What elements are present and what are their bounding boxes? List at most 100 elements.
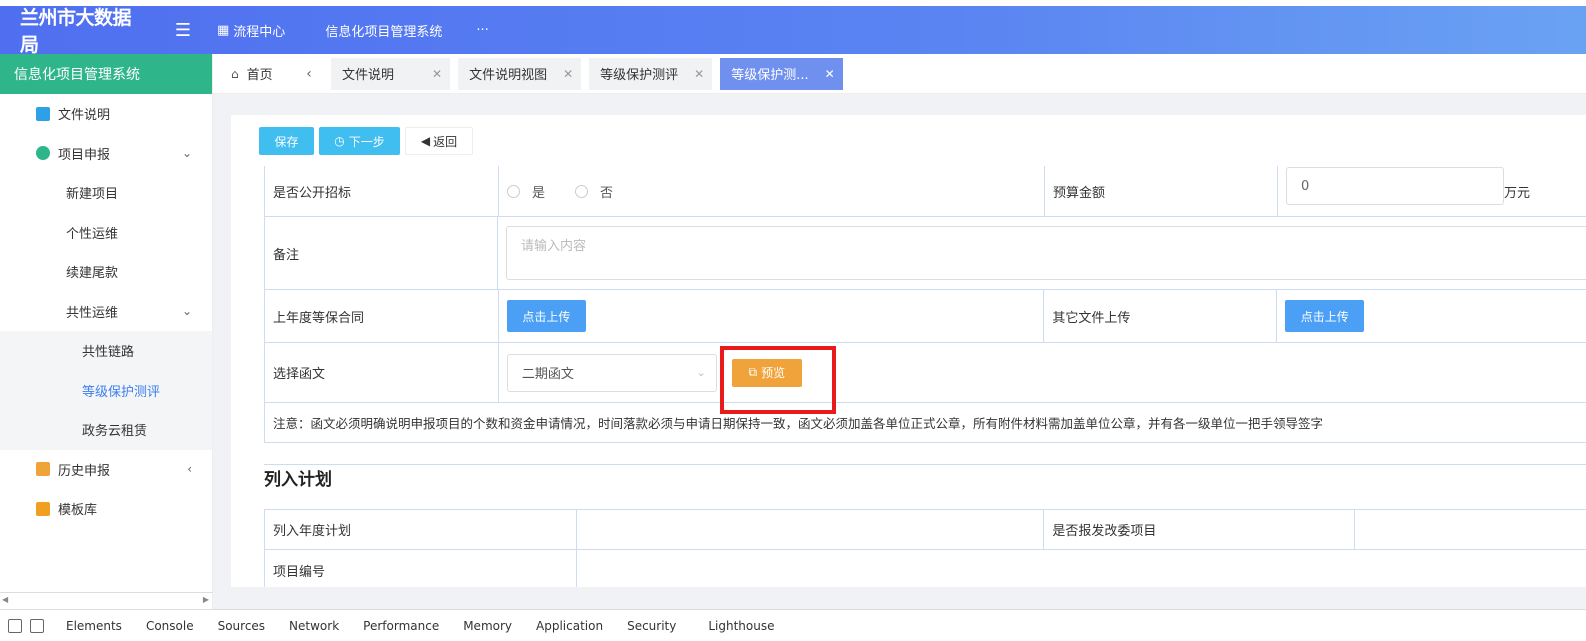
letter-select[interactable]: 二期函文 ⌄ (506, 353, 717, 392)
sidebar-item-label: 个性运维 (66, 226, 119, 242)
close-icon[interactable]: ✕ (825, 67, 835, 81)
other-files-cell: 点击上传 (1277, 290, 1586, 342)
devtools-tab-performance[interactable]: Performance (363, 619, 439, 633)
upload-contract-button[interactable]: 点击上传 (506, 300, 586, 332)
devtools-tab-memory[interactable]: Memory (463, 619, 512, 633)
more-icon: ··· (476, 22, 489, 38)
tabs-bar: ⌂ 首页 ‹ 文件说明 ✕ 文件说明视图 ✕ 等级保护测评 ✕ 等级保护测...… (213, 54, 1586, 94)
home-icon: ⌂ (231, 66, 239, 81)
close-icon[interactable]: ✕ (694, 67, 704, 81)
sidebar-item-history[interactable]: 历史申报 ‹ (0, 450, 212, 490)
project-number-value[interactable] (577, 550, 1586, 587)
nav-it-project-system-label: 信息化项目管理系统 (325, 24, 443, 40)
close-icon[interactable]: ✕ (563, 67, 573, 81)
nav-process-center[interactable]: ▦ 流程中心 (217, 6, 285, 54)
public-bid-radio-group: 是 否 (499, 166, 1045, 216)
last-year-contract-label: 上年度等保合同 (265, 290, 499, 342)
inspect-element-icon[interactable] (8, 618, 22, 633)
sidebar-item-new-project[interactable]: 新建项目 (0, 173, 212, 213)
tab-home[interactable]: ⌂ 首页 (213, 64, 291, 84)
remark-textarea[interactable]: 请输入内容 (506, 226, 1586, 280)
plan-section-title: 列入计划 (264, 470, 332, 490)
devtools-tab-network[interactable]: Network (289, 619, 339, 633)
radio-yes[interactable]: 是 (507, 182, 545, 201)
sidebar-item-file-description[interactable]: 文件说明 (0, 94, 212, 134)
sidebar-item-template-library[interactable]: 模板库 (0, 489, 212, 529)
row-select-letter: 选择函文 二期函文 ⌄ ⧉ 预览 (264, 343, 1586, 403)
sidebar-item-custom-ops[interactable]: 个性运维 (0, 213, 212, 253)
budget-label: 预算金额 (1045, 166, 1278, 216)
tabs-scroll-left-icon[interactable]: ‹ (291, 66, 327, 82)
sidebar-title: 信息化项目管理系统 (0, 54, 212, 94)
tab-security-assessment-active[interactable]: 等级保护测... ✕ (720, 57, 843, 90)
tab-file-description-view[interactable]: 文件说明视图 ✕ (458, 57, 582, 90)
tab-label: 等级保护测评 (600, 68, 679, 83)
top-header: 兰州市大数据局 ☰ ▦ 流程中心 信息化项目管理系统 ··· (0, 6, 1586, 56)
sidebar-item-common-link[interactable]: 共性链路 (0, 331, 212, 371)
radio-circle-icon (575, 184, 589, 198)
radio-no[interactable]: 否 (575, 182, 613, 201)
sidebar-item-continued-payment[interactable]: 续建尾款 (0, 252, 212, 292)
scroll-right-icon[interactable]: ▶ (203, 595, 209, 604)
sidebar-horizontal-scrollbar[interactable]: ◀ ▶ (0, 592, 213, 608)
sidebar-item-label: 共性链路 (82, 345, 135, 361)
chevron-down-icon: ⌄ (181, 146, 192, 161)
chevron-left-icon: ‹ (187, 462, 192, 477)
form-toolbar: 保存 ◷ 下一步 ◀ 返回 (259, 127, 478, 155)
row-project-number: 项目编号 (264, 550, 1586, 587)
devtools-bar: Elements Console Sources Network Perform… (0, 609, 1586, 641)
tab-security-assessment[interactable]: 等级保护测评 ✕ (589, 57, 713, 90)
nav-it-project-system[interactable]: 信息化项目管理系统 (325, 6, 442, 54)
form-card: 保存 ◷ 下一步 ◀ 返回 是否公开招标 是 否 预算金额 0 万元 备注 请输… (231, 115, 1586, 587)
back-circle-icon: ◀ (420, 134, 431, 148)
sidebar-item-project-apply[interactable]: 项目申报 ⌄ (0, 134, 212, 174)
devtools-tab-application[interactable]: Application (536, 619, 603, 633)
select-letter-label: 选择函文 (265, 343, 499, 402)
user-icon (36, 146, 50, 161)
upload-other-files-button[interactable]: 点击上传 (1285, 300, 1365, 332)
radio-no-label: 否 (600, 185, 614, 201)
folder-icon (36, 501, 50, 516)
budget-input[interactable]: 0 (1286, 167, 1504, 205)
back-button[interactable]: ◀ 返回 (405, 127, 473, 155)
sidebar: 信息化项目管理系统 文件说明 项目申报 ⌄ 新建项目 个性运维 续建尾款 共性运… (0, 54, 213, 609)
tab-home-label: 首页 (246, 68, 273, 83)
close-icon[interactable]: ✕ (432, 67, 442, 81)
sidebar-item-label: 模板库 (58, 503, 98, 519)
sidebar-item-security-assessment[interactable]: 等级保护测评 (0, 370, 212, 410)
clock-icon: ◷ (334, 134, 345, 148)
menu-fold-icon[interactable]: ☰ (166, 6, 200, 54)
chevron-down-icon: ⌄ (696, 366, 706, 379)
back-label: 返回 (433, 134, 458, 149)
devtools-tab-console[interactable]: Console (146, 619, 194, 633)
annual-plan-value[interactable] (577, 510, 1045, 549)
next-step-button[interactable]: ◷ 下一步 (319, 127, 400, 155)
devtools-tab-sources[interactable]: Sources (218, 619, 265, 633)
tab-label: 文件说明 (342, 68, 395, 83)
sidebar-item-label: 项目申报 (58, 147, 111, 163)
sidebar-item-label: 政务云租赁 (82, 424, 148, 440)
row-annual-plan: 列入年度计划 是否报发改委项目 (264, 509, 1586, 550)
nav-more[interactable]: ··· (476, 6, 488, 54)
project-number-label: 项目编号 (265, 550, 577, 587)
tab-label: 等级保护测... (731, 68, 809, 83)
public-bid-label: 是否公开招标 (265, 166, 499, 216)
devtools-tab-lighthouse[interactable]: Lighthouse (708, 619, 774, 633)
scroll-left-icon[interactable]: ◀ (2, 595, 8, 604)
sidebar-item-common-ops[interactable]: 共性运维 ⌄ (0, 292, 212, 332)
devtools-tab-security[interactable]: Security (627, 619, 676, 633)
sidebar-item-label: 续建尾款 (66, 266, 119, 282)
remark-label: 备注 (265, 217, 498, 289)
save-button[interactable]: 保存 (259, 127, 314, 155)
history-icon (36, 462, 50, 477)
tab-file-description[interactable]: 文件说明 ✕ (331, 57, 451, 90)
radio-yes-label: 是 (532, 185, 546, 201)
row-notice: 注意：函文必须明确说明申报项目的个数和资金申请情况，时间落款必须与申请日期保持一… (264, 403, 1586, 443)
device-toggle-icon[interactable] (30, 618, 44, 633)
nav-process-center-label: 流程中心 (233, 24, 286, 40)
chevron-down-icon: ⌄ (181, 304, 192, 319)
devtools-tab-elements[interactable]: Elements (66, 619, 122, 633)
app-logo: 兰州市大数据局 (20, 7, 132, 56)
sidebar-item-gov-cloud[interactable]: 政务云租赁 (0, 410, 212, 450)
reform-project-value[interactable] (1355, 510, 1586, 549)
